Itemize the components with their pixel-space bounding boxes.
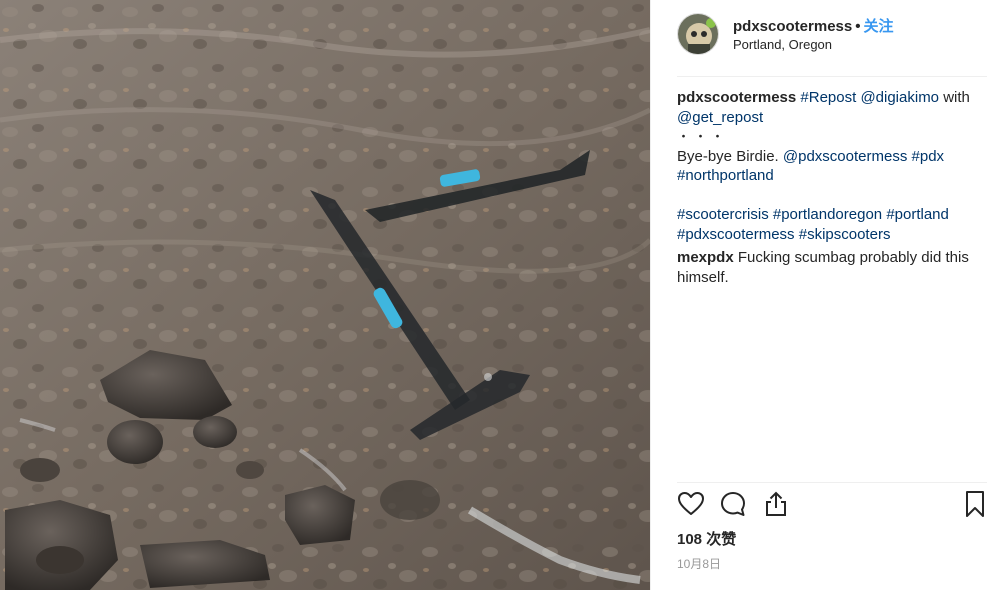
share-icon[interactable]: [762, 490, 790, 523]
post-location[interactable]: Portland, Oregon: [733, 37, 832, 52]
mention-link[interactable]: @pdxscootermess: [783, 148, 907, 165]
caption-text: with: [939, 89, 970, 106]
bookmark-icon[interactable]: [961, 490, 989, 523]
caption-text: Bye-bye Birdie.: [677, 147, 783, 165]
avatar[interactable]: [677, 13, 719, 55]
likes-count[interactable]: 108 次赞: [677, 528, 736, 549]
action-bar: [677, 490, 989, 520]
username-line: pdxscootermess • 关注: [733, 15, 894, 36]
comment-line: himself.: [677, 268, 987, 288]
comments-section: pdxscootermess #Repost @digiakimo with @g…: [677, 88, 987, 287]
comment-icon[interactable]: [719, 490, 747, 523]
caption-username[interactable]: pdxscootermess: [677, 89, 796, 106]
avatar-image: [678, 14, 718, 54]
post-username[interactable]: pdxscootermess: [733, 18, 852, 35]
post-detail-panel: pdxscootermess • 关注 Portland, Oregon pdxsc…: [650, 0, 1000, 590]
comment-username[interactable]: mexpdx: [677, 249, 734, 266]
caption-line: [677, 186, 987, 206]
hashtag-link[interactable]: #portlandoregon: [773, 206, 882, 223]
post-photo[interactable]: [0, 0, 650, 590]
caption-line: #scootercrisis #portlandoregon #portland: [677, 205, 987, 225]
caption-line: @get_repost: [677, 108, 987, 128]
caption-line: #northportland: [677, 166, 987, 186]
mention-link[interactable]: @digiakimo: [860, 89, 939, 106]
caption-line: Bye-bye Birdie. @pdxscootermess #pdx: [677, 147, 987, 167]
post-caption: pdxscootermess #Repost @digiakimo with @g…: [677, 88, 987, 244]
header-divider: [677, 76, 987, 77]
post-date[interactable]: 10月8日: [677, 555, 721, 572]
comment-list: mexpdx Fucking scumbag probably did this…: [677, 248, 987, 287]
mention-link[interactable]: @get_repost: [677, 109, 763, 126]
hashtag-link[interactable]: #portland: [886, 206, 949, 223]
hashtag-link[interactable]: #skipscooters: [799, 226, 891, 243]
caption-line: ・・・: [677, 127, 987, 147]
caption-line: #pdxscootermess #skipscooters: [677, 225, 987, 245]
hashtag-link[interactable]: #northportland: [677, 167, 774, 184]
separator-dot: •: [855, 18, 861, 35]
comment-line: mexpdx Fucking scumbag probably did this: [677, 248, 987, 268]
heart-icon[interactable]: [677, 490, 705, 523]
repost-dots: ・・・: [677, 129, 729, 144]
actions-divider: [677, 482, 987, 483]
scooter-in-water-image: [0, 0, 650, 590]
post-header: pdxscootermess • 关注 Portland, Oregon: [651, 0, 991, 76]
caption-line: pdxscootermess #Repost @digiakimo with: [677, 88, 987, 108]
comment-text: Fucking scumbag probably did this: [733, 249, 969, 266]
hashtag-link[interactable]: #scootercrisis: [677, 206, 769, 223]
hashtag-link[interactable]: #pdxscootermess: [677, 226, 795, 243]
hashtag-link[interactable]: #Repost: [800, 89, 856, 106]
hashtag-link[interactable]: #pdx: [912, 148, 945, 165]
follow-button[interactable]: 关注: [863, 18, 893, 35]
comment-item: mexpdx Fucking scumbag probably did this…: [677, 248, 987, 287]
comment-text: himself.: [677, 268, 729, 286]
